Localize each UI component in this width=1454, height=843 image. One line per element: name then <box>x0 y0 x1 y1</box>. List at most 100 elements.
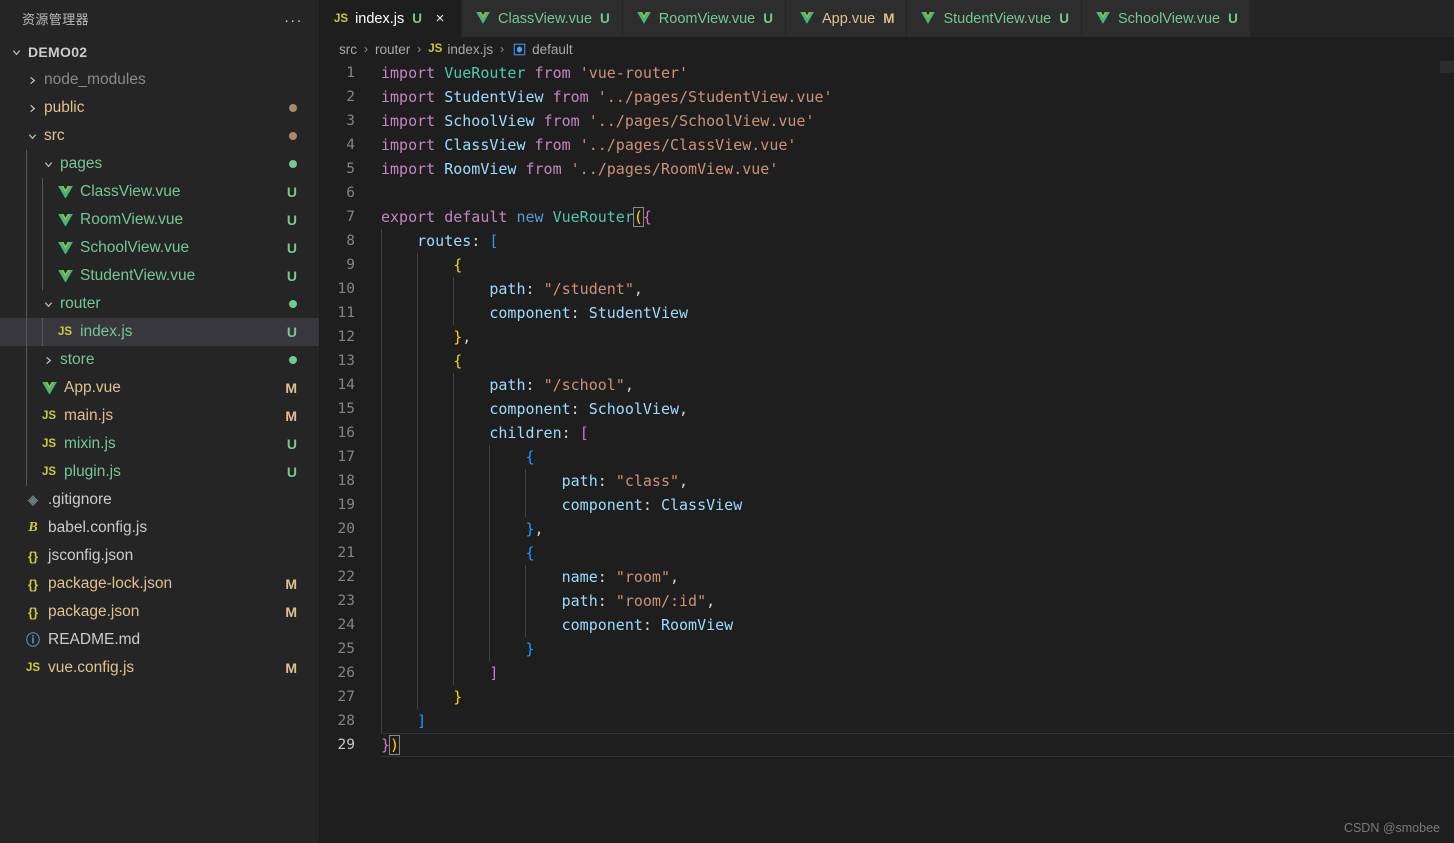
tab-classview-vue[interactable]: ClassView.vue U <box>462 0 623 37</box>
indent-guide <box>381 301 382 325</box>
breadcrumb-item[interactable]: router <box>375 42 410 57</box>
code-line[interactable]: 8 routes: [ <box>320 229 1454 253</box>
code-line[interactable]: 27 } <box>320 685 1454 709</box>
tab-app-vue[interactable]: App.vue M <box>785 0 908 37</box>
code-line[interactable]: 28 ] <box>320 709 1454 733</box>
tab-roomview-vue[interactable]: RoomView.vue U <box>622 0 786 37</box>
tree-item-package-json[interactable]: {} package.json M <box>0 598 319 626</box>
code-line[interactable]: 29}) <box>320 733 1454 757</box>
indent-guide <box>453 613 455 637</box>
code-line[interactable]: 1 import VueRouter from 'vue-router' <box>320 61 1454 85</box>
indent-guide <box>417 541 419 565</box>
line-number: 3 <box>346 113 355 129</box>
tree-item-router[interactable]: router <box>0 290 319 318</box>
indent-guide <box>453 469 455 493</box>
line-number: 18 <box>337 473 355 489</box>
code-line[interactable]: 22 name: "room", <box>320 565 1454 589</box>
code-line[interactable]: 18 path: "class", <box>320 469 1454 493</box>
editor-tabbar: JS index.js U × ClassView.vue U RoomView.vue U A… <box>320 0 1454 37</box>
line-number: 25 <box>337 641 355 657</box>
line-number: 27 <box>337 689 355 705</box>
line-text: import VueRouter from 'vue-router' <box>381 64 689 82</box>
code-line[interactable]: 4 import ClassView from '../pages/ClassVi… <box>320 133 1454 157</box>
code-line[interactable]: 14 path: "/school", <box>320 373 1454 397</box>
code-line[interactable]: 17 { <box>320 445 1454 469</box>
tree-item-plugin-js[interactable]: JS plugin.js U <box>0 458 319 486</box>
code-line[interactable]: 2 import StudentView from '../pages/Stude… <box>320 85 1454 109</box>
indent-guide <box>381 469 382 493</box>
tree-item-label: RoomView.vue <box>80 211 184 228</box>
tree-item-vue-config-js[interactable]: JS vue.config.js M <box>0 654 319 682</box>
tab-git-badge: U <box>412 11 422 26</box>
tab-schoolview-vue[interactable]: SchoolView.vue U <box>1081 0 1251 37</box>
close-icon[interactable]: × <box>431 10 449 28</box>
indent-guide <box>26 402 27 430</box>
tab-studentview-vue[interactable]: StudentView.vue U <box>907 0 1082 37</box>
line-text: } <box>381 685 462 709</box>
js-icon: JS <box>25 662 41 674</box>
code-line[interactable]: 13 { <box>320 349 1454 373</box>
tree-item-pages[interactable]: pages <box>0 150 319 178</box>
line-number: 4 <box>346 137 355 153</box>
code-line[interactable]: 5 import RoomView from '../pages/RoomView… <box>320 157 1454 181</box>
tree-item-main-js[interactable]: JS main.js M <box>0 402 319 430</box>
tree-item-node-modules[interactable]: node_modules <box>0 66 319 94</box>
code-line[interactable]: 3 import SchoolView from '../pages/School… <box>320 109 1454 133</box>
code-line[interactable]: 12 }, <box>320 325 1454 349</box>
indent-guide <box>26 290 27 318</box>
breadcrumb-item[interactable]: default <box>511 41 573 57</box>
line-text: import RoomView from '../pages/RoomView.… <box>381 160 779 178</box>
file-icon: JS <box>38 466 60 478</box>
indent-guide <box>381 229 382 253</box>
tree-item-babel-config-js[interactable]: Bbabel.config.js <box>0 514 319 542</box>
breadcrumb-item[interactable]: src <box>339 42 357 57</box>
code-line[interactable]: 24 component: RoomView <box>320 613 1454 637</box>
more-actions-icon[interactable]: ... <box>280 10 307 25</box>
code-line[interactable]: 25 } <box>320 637 1454 661</box>
indent-guide <box>525 613 527 637</box>
code-line[interactable]: 21 { <box>320 541 1454 565</box>
tree-item-classview-vue[interactable]: ClassView.vue U <box>0 178 319 206</box>
tree-item-public[interactable]: public <box>0 94 319 122</box>
indent-guide <box>381 541 382 565</box>
line-text: component: SchoolView, <box>381 397 688 421</box>
code-editor[interactable]: 1 import VueRouter from 'vue-router' 2 impo… <box>320 61 1454 843</box>
tree-item-root[interactable]: DEMO02 <box>0 38 319 66</box>
code-line[interactable]: 7 export default new VueRouter({ <box>320 205 1454 229</box>
tree-item-store[interactable]: store <box>0 346 319 374</box>
tree-item-index-js[interactable]: JS index.js U <box>0 318 319 346</box>
code-line[interactable]: 15 component: SchoolView, <box>320 397 1454 421</box>
tree-item-jsconfig-json[interactable]: {} jsconfig.json <box>0 542 319 570</box>
tree-item-package-lock-json[interactable]: {} package-lock.json M <box>0 570 319 598</box>
code-line[interactable]: 6 <box>320 181 1454 205</box>
tree-item-studentview-vue[interactable]: StudentView.vue U <box>0 262 319 290</box>
file-icon <box>54 213 76 227</box>
tree-item-app-vue[interactable]: App.vue M <box>0 374 319 402</box>
git-status-badge: U <box>286 212 297 228</box>
tree-item-readme-md[interactable]: ⓘ README.md <box>0 626 319 654</box>
code-line[interactable]: 9 { <box>320 253 1454 277</box>
code-line[interactable]: 16 children: [ <box>320 421 1454 445</box>
tree-item-mixin-js[interactable]: JS mixin.js U <box>0 430 319 458</box>
tree-item-src[interactable]: src <box>0 122 319 150</box>
code-line[interactable]: 11 component: StudentView <box>320 301 1454 325</box>
code-line[interactable]: 10 path: "/student", <box>320 277 1454 301</box>
code-line[interactable]: 19 component: ClassView <box>320 493 1454 517</box>
file-icon: ◈ <box>22 492 44 508</box>
tree-item--gitignore[interactable]: ◈ .gitignore <box>0 486 319 514</box>
js-icon: JS <box>41 438 57 450</box>
indent-guide <box>417 637 419 661</box>
code-line[interactable]: 23 path: "room/:id", <box>320 589 1454 613</box>
tree-item-label: src <box>44 127 65 144</box>
tree-item-roomview-vue[interactable]: RoomView.vue U <box>0 206 319 234</box>
code-line[interactable]: 20 }, <box>320 517 1454 541</box>
tree-item-schoolview-vue[interactable]: SchoolView.vue U <box>0 234 319 262</box>
line-number: 29 <box>337 737 355 753</box>
indent-guide <box>453 517 455 541</box>
tab-index-js[interactable]: JS index.js U × <box>320 0 462 37</box>
breadcrumb-item[interactable]: JS index.js <box>428 42 493 57</box>
indent-guide <box>381 637 382 661</box>
indent-guide <box>453 661 455 685</box>
code-line[interactable]: 26 ] <box>320 661 1454 685</box>
tab-file-icon: JS <box>334 13 348 25</box>
